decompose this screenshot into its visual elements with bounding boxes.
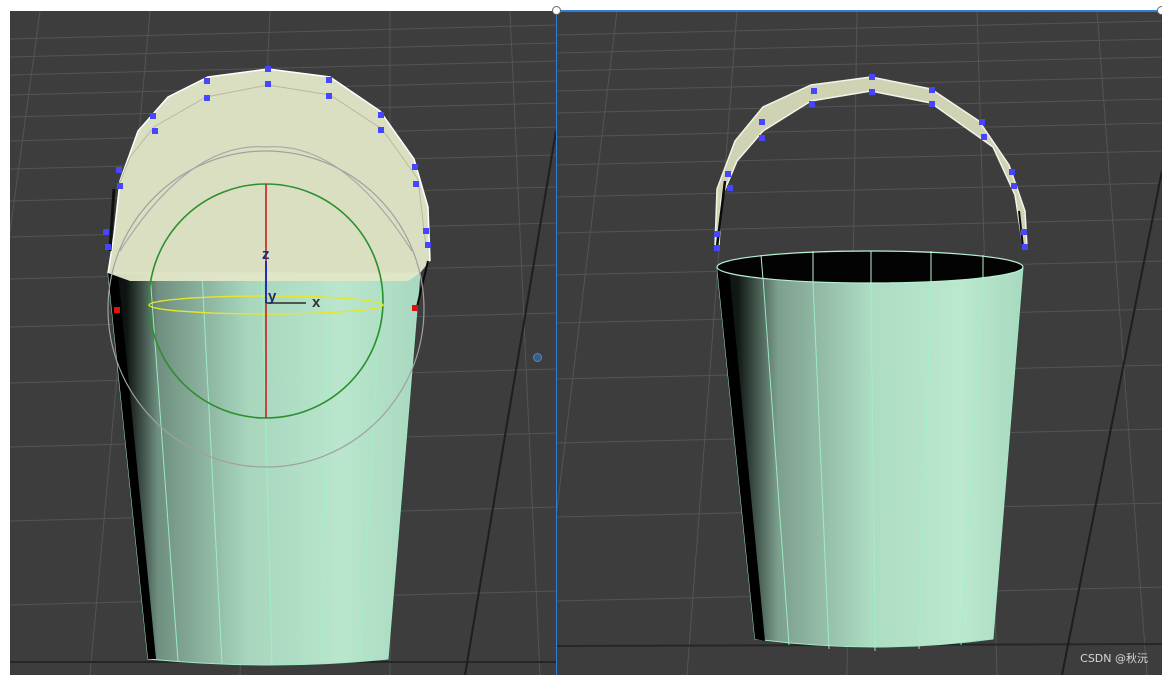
- splitter-handle-top[interactable]: [552, 6, 561, 15]
- gizmo-axis-z: z: [262, 246, 270, 263]
- left-viewport[interactable]: z y x: [10, 11, 556, 675]
- watermark: CSDN @秋沅: [1080, 652, 1148, 665]
- active-viewport-border: [557, 10, 1162, 12]
- splitter-handle-right[interactable]: [1157, 6, 1162, 15]
- left-viewport-canvas[interactable]: z y x: [10, 11, 556, 675]
- viewport-splitter[interactable]: [556, 11, 557, 675]
- gizmo-axis-y: y: [268, 288, 277, 305]
- grid-axis-line: [1061, 170, 1162, 675]
- viewport-anchor-dot[interactable]: [533, 353, 542, 362]
- right-viewport-canvas[interactable]: [557, 11, 1162, 675]
- handle-vertices[interactable]: [714, 74, 1028, 251]
- screenshot: z y x CSDN @秋沅: [0, 0, 1162, 675]
- bucket-mesh[interactable]: [716, 250, 1024, 652]
- gizmo-axis-x: x: [312, 294, 321, 311]
- right-viewport[interactable]: [557, 11, 1162, 675]
- grid-axis-line: [464, 130, 556, 675]
- bucket-mesh[interactable]: [107, 272, 421, 666]
- handle-selection[interactable]: [107, 68, 431, 312]
